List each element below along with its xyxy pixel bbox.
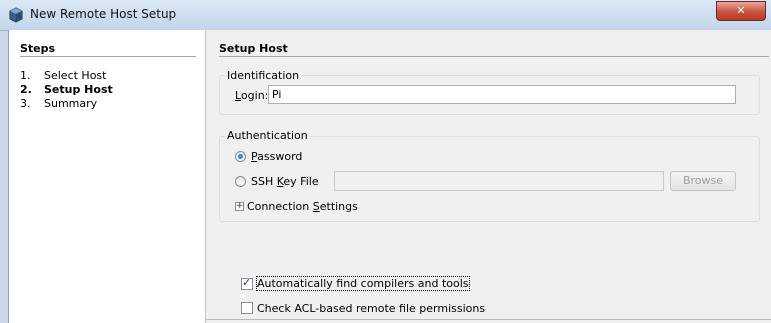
- close-icon: ✕: [736, 4, 746, 17]
- login-input[interactable]: [268, 85, 736, 104]
- step-number: 1.: [20, 69, 31, 82]
- authentication-legend: Authentication: [225, 129, 310, 142]
- expand-icon[interactable]: +: [235, 202, 244, 211]
- step-select-host: 1. Select Host: [20, 69, 106, 82]
- check-icon: ✓: [242, 276, 252, 289]
- steps-title: Steps: [20, 42, 56, 55]
- connection-settings-toggle[interactable]: Connection Settings: [247, 200, 358, 213]
- ssh-key-radio[interactable]: [235, 176, 246, 187]
- browse-button[interactable]: Browse: [670, 171, 736, 191]
- cube-icon: [9, 7, 23, 23]
- auto-find-label[interactable]: Automatically find compilers and tools: [256, 276, 470, 291]
- window-title: New Remote Host Setup: [30, 7, 177, 21]
- password-label: Password: [251, 150, 303, 163]
- dialog-body: Steps 1. Select Host 2. Setup Host 3. Summa…: [8, 30, 771, 323]
- ssh-key-input[interactable]: [334, 171, 664, 191]
- close-button[interactable]: ✕: [716, 1, 766, 21]
- step-summary: 3. Summary: [20, 97, 97, 110]
- step-label: Summary: [44, 97, 98, 110]
- bottom-divider: [205, 319, 771, 320]
- title-bar: New Remote Host Setup ✕: [0, 0, 771, 31]
- step-number: 2.: [20, 83, 32, 96]
- auto-find-checkbox[interactable]: ✓: [241, 276, 253, 290]
- acl-label[interactable]: Check ACL-based remote file permissions: [257, 302, 485, 315]
- page-title: Setup Host: [219, 42, 288, 55]
- page-title-divider: [219, 56, 769, 57]
- step-label: Select Host: [44, 69, 107, 82]
- steps-divider: [20, 56, 196, 57]
- step-number: 3.: [20, 97, 31, 110]
- acl-checkbox[interactable]: [241, 302, 253, 314]
- login-label: Login:: [235, 89, 269, 102]
- steps-pane: Steps 1. Select Host 2. Setup Host 3. Summa…: [9, 30, 206, 323]
- ssh-key-label: SSH Key File: [251, 175, 319, 188]
- identification-legend: Identification: [225, 69, 302, 82]
- step-setup-host: 2. Setup Host: [20, 83, 113, 96]
- step-label: Setup Host: [44, 83, 113, 96]
- password-radio[interactable]: [235, 151, 246, 162]
